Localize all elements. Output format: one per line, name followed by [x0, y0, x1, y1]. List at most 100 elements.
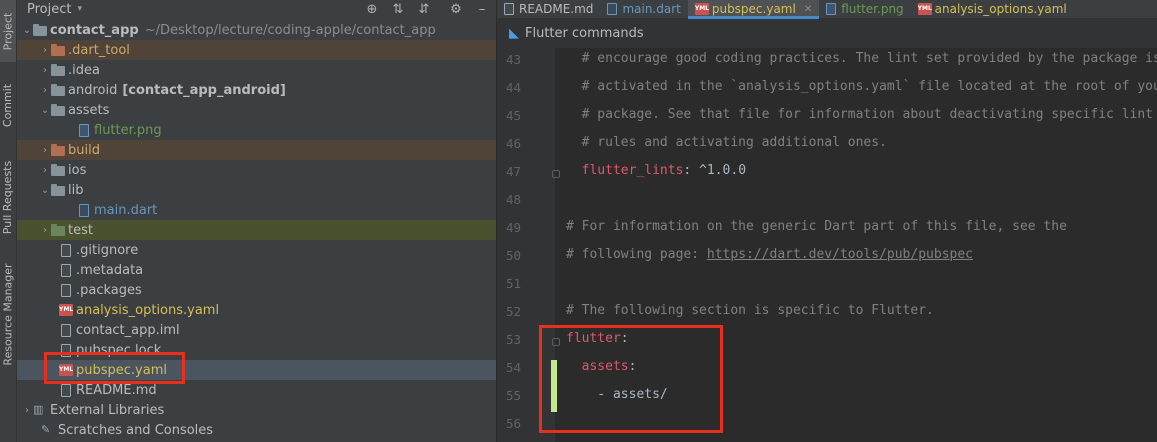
tree-item-label: .idea [68, 62, 100, 78]
pubspec-docs-link[interactable]: https://dart.dev/tools/pub/pubspec [707, 247, 973, 262]
chevron-right-icon[interactable]: › [39, 165, 51, 176]
folder-icon [51, 184, 65, 196]
file-icon [61, 323, 71, 337]
chevron-right-icon[interactable]: › [21, 405, 33, 416]
chevron-down-icon[interactable]: ⌄ [39, 185, 51, 196]
yaml-key: flutter_lints [566, 163, 684, 178]
gear-icon[interactable]: ⚙ [447, 0, 465, 18]
tree-item-module-suffix: [contact_app_android] [122, 82, 286, 98]
line-number: 47 [505, 164, 521, 179]
folder-icon [51, 84, 65, 96]
chevron-right-icon[interactable]: › [39, 225, 51, 236]
code-line[interactable]: # For information on the generic Dart pa… [566, 219, 1067, 234]
tree-item-label: test [68, 222, 93, 238]
code-line[interactable]: flutter_lints: ^1.0.0 [566, 163, 746, 178]
chevron-down-icon[interactable]: ⌄ [39, 105, 51, 116]
hide-icon[interactable]: – [473, 0, 491, 18]
tree-item-lib[interactable]: ⌄ lib [17, 180, 496, 200]
tree-item-label: ios [68, 162, 87, 178]
code-line[interactable]: # activated in the `analysis_options.yam… [566, 79, 1157, 94]
code-line[interactable]: # package. See that file for information… [566, 107, 1153, 122]
target-icon[interactable]: ⊕ [363, 0, 381, 18]
tree-item-label: android [68, 82, 118, 98]
tab-pubspec-yaml[interactable]: YML pubspec.yaml ✕ [687, 0, 820, 19]
tab-analysis-options[interactable]: YML analysis_options.yaml [911, 0, 1074, 18]
code-line[interactable]: # following page: https://dart.dev/tools… [566, 247, 973, 262]
line-number: 44 [505, 80, 521, 95]
tab-label: main.dart [622, 2, 681, 16]
tree-item-label: main.dart [94, 202, 158, 218]
chevron-right-icon[interactable]: › [39, 65, 51, 76]
tree-item-android[interactable]: › android [contact_app_android] [17, 80, 496, 100]
line-number: 43 [505, 52, 521, 67]
file-icon [61, 243, 71, 257]
code-comment: # encourage good coding practices. The l… [566, 51, 1157, 66]
tree-item-dart-tool[interactable]: › .dart_tool [17, 40, 496, 60]
code-comment: # activated in the `analysis_options.yam… [566, 79, 1157, 94]
tree-item-label: .packages [76, 282, 142, 298]
project-tool-tab[interactable]: Project [0, 0, 16, 62]
tree-item-label: .gitignore [76, 242, 139, 258]
tree-item-metadata[interactable]: .metadata [17, 260, 496, 280]
project-tool-label: Project [1, 12, 15, 50]
tree-root-contact-app[interactable]: ⌄ contact_app ~/Desktop/lecture/coding-a… [17, 20, 496, 40]
resource-manager-tool-label: Resource Manager [1, 262, 15, 366]
tree-item-test[interactable]: › test [17, 220, 496, 240]
tree-item-external-libraries[interactable]: › ▥ External Libraries [17, 400, 496, 420]
tree-item-assets[interactable]: ⌄ assets [17, 100, 496, 120]
line-number: 54 [505, 360, 521, 375]
code-line[interactable]: # The following section is specific to F… [566, 303, 934, 318]
line-number: 56 [505, 416, 521, 431]
tree-root-path: ~/Desktop/lecture/coding-apple/contact_a… [144, 22, 436, 38]
dart-file-icon [79, 203, 89, 217]
line-number: 55 [505, 388, 521, 403]
close-icon[interactable]: ✕ [804, 4, 812, 15]
folder-icon [51, 104, 65, 116]
chevron-right-icon[interactable]: › [39, 85, 51, 96]
tree-item-contact-app-iml[interactable]: contact_app.iml [17, 320, 496, 340]
collapse-all-icon[interactable]: ⇅ [389, 0, 407, 18]
code-line[interactable]: # encourage good coding practices. The l… [566, 51, 1157, 66]
flutter-commands-bar: ◣ Flutter commands [497, 19, 1157, 48]
folder-icon [51, 44, 65, 56]
tab-readme[interactable]: README.md [497, 0, 600, 18]
tree-item-ios[interactable]: › ios [17, 160, 496, 180]
tab-label: flutter.png [841, 2, 904, 16]
flutter-commands-link[interactable]: Flutter commands [525, 26, 644, 41]
tool-window-strip: Project Commit Pull Requests Resource Ma… [0, 0, 17, 442]
pull-requests-tool-tab[interactable]: Pull Requests [0, 150, 16, 245]
file-icon [61, 263, 71, 277]
pull-requests-tool-label: Pull Requests [1, 160, 15, 235]
commit-tool-tab[interactable]: Commit [0, 70, 16, 140]
chevron-right-icon[interactable]: › [39, 145, 51, 156]
tab-flutter-png[interactable]: flutter.png [819, 0, 910, 18]
project-panel-title[interactable]: Project [27, 2, 71, 17]
tree-item-scratches[interactable]: ✎ Scratches and Consoles [17, 420, 496, 440]
tree-item-label: assets [68, 102, 110, 118]
fold-marker-icon[interactable] [552, 170, 560, 178]
tab-label: analysis_options.yaml [934, 2, 1067, 16]
chevron-down-icon[interactable]: ⌄ [21, 25, 33, 36]
dart-file-icon [607, 3, 618, 15]
code-comment: # The following section is specific to F… [566, 303, 934, 318]
tree-item-label: flutter.png [94, 122, 162, 138]
tree-item-build[interactable]: › build [17, 140, 496, 160]
tree-item-analysis-options[interactable]: YML analysis_options.yaml [17, 300, 496, 320]
resource-manager-tool-tab[interactable]: Resource Manager [0, 258, 16, 370]
chevron-right-icon[interactable]: › [39, 45, 51, 56]
tab-main-dart[interactable]: main.dart [600, 0, 687, 18]
tree-item-packages[interactable]: .packages [17, 280, 496, 300]
chevron-down-icon[interactable]: ▾ [77, 4, 82, 14]
line-number: 45 [505, 108, 521, 123]
code-line[interactable]: # rules and activating additional ones. [566, 135, 887, 150]
library-icon: ▥ [33, 403, 44, 416]
tree-item-main-dart[interactable]: main.dart [17, 200, 496, 220]
line-number: 46 [505, 136, 521, 151]
tree-item-flutter-png[interactable]: flutter.png [17, 120, 496, 140]
expand-all-icon[interactable]: ⇵ [415, 0, 433, 18]
tree-item-gitignore[interactable]: .gitignore [17, 240, 496, 260]
yaml-file-icon: YML [694, 3, 709, 15]
tree-item-idea[interactable]: › .idea [17, 60, 496, 80]
tree-item-label: External Libraries [50, 402, 165, 418]
tree-item-label: README.md [76, 382, 157, 398]
